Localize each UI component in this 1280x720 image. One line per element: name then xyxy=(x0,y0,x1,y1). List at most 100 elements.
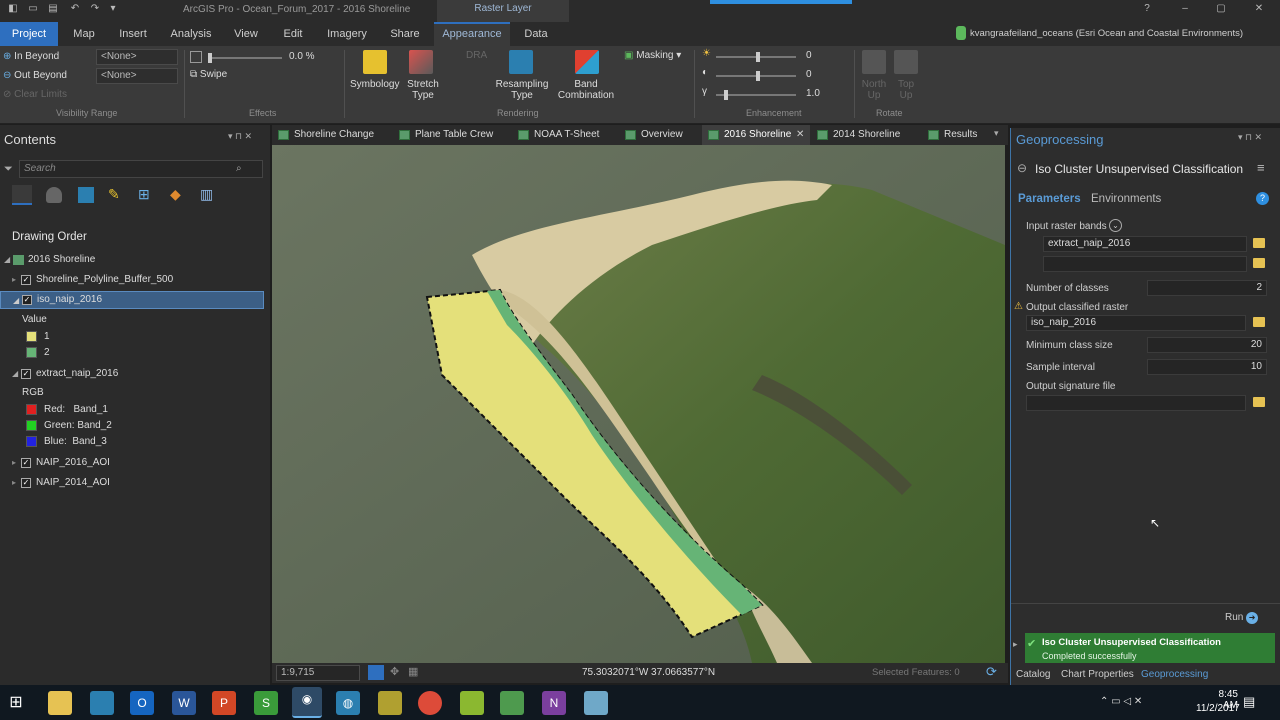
stretch-type-button[interactable]: Stretch Type xyxy=(406,79,440,101)
resampling-type-button[interactable]: Resampling Type xyxy=(494,79,550,101)
layer-row[interactable]: ▸ ✓ NAIP_2016_AOI xyxy=(0,454,268,472)
contrast-slider[interactable] xyxy=(716,71,796,81)
collapse-icon[interactable]: ◢ xyxy=(13,292,19,310)
app-icon[interactable] xyxy=(584,691,608,715)
tab-chart-properties[interactable]: Chart Properties xyxy=(1061,669,1134,680)
tab-edit[interactable]: Edit xyxy=(276,22,310,46)
close-tab-icon[interactable]: ✕ xyxy=(796,125,804,145)
minimum-class-size-input[interactable]: 20 xyxy=(1147,337,1267,353)
layer-visibility-checkbox[interactable]: ✓ xyxy=(22,295,32,305)
contents-options-icon[interactable]: ▾ ⊓ ✕ xyxy=(228,131,252,142)
gamma-slider[interactable] xyxy=(716,90,796,100)
masking-button[interactable]: ▣ Masking ▾ xyxy=(624,50,681,61)
layer-row-selected[interactable]: ◢ ✓ iso_naip_2016 xyxy=(0,291,264,309)
browse-folder-icon[interactable] xyxy=(1253,258,1265,268)
out-beyond-dropdown[interactable]: <None> xyxy=(96,68,178,84)
output-raster-input[interactable]: iso_naip_2016 xyxy=(1026,315,1246,331)
user-account[interactable]: kvangraafeiland_oceans (Esri Ocean and C… xyxy=(970,28,1243,39)
tab-environments[interactable]: Environments xyxy=(1091,193,1161,205)
layer-visibility-checkbox[interactable]: ✓ xyxy=(21,275,31,285)
expand-icon[interactable]: ▸ xyxy=(12,474,16,492)
customize-qat-icon[interactable]: ▾ xyxy=(106,3,120,17)
top-up-button[interactable]: Top Up xyxy=(893,79,919,101)
layer-row[interactable]: ◢ ✓ extract_naip_2016 xyxy=(0,365,268,383)
expand-icon[interactable]: ▸ xyxy=(12,454,16,472)
resampling-icon[interactable] xyxy=(509,50,533,74)
class-2-swatch[interactable] xyxy=(26,347,37,358)
list-by-source-icon[interactable] xyxy=(46,187,62,203)
tab-project[interactable]: Project xyxy=(0,22,58,46)
symbology-icon[interactable] xyxy=(363,50,387,74)
tab-analysis[interactable]: Analysis xyxy=(166,22,216,46)
out-beyond-label[interactable]: ⊖ Out Beyond xyxy=(3,70,67,81)
input-raster-field-empty[interactable] xyxy=(1043,256,1247,272)
system-tray-icons[interactable]: ⌃ ▭ ◁ ✕ xyxy=(1100,696,1142,707)
list-by-snapping-icon[interactable]: ⊞ xyxy=(138,186,150,203)
collapse-icon[interactable]: ◢ xyxy=(4,251,10,269)
snagit-icon[interactable]: S xyxy=(254,691,278,715)
filter-icon[interactable]: ⏷ xyxy=(4,163,13,176)
expand-icon[interactable]: ⌄ xyxy=(1109,219,1122,232)
gamma-input[interactable]: 1.0 xyxy=(806,88,842,102)
clear-limits-button[interactable]: ⊘ Clear Limits xyxy=(3,89,67,100)
tab-view[interactable]: View xyxy=(228,22,264,46)
maximize-icon[interactable]: ▢ xyxy=(1214,3,1228,17)
transparency-input[interactable]: 0.0 % xyxy=(289,51,339,65)
list-by-editing-icon[interactable]: ✎ xyxy=(108,186,120,203)
notepad-icon[interactable] xyxy=(500,691,524,715)
browse-folder-icon[interactable] xyxy=(1253,317,1265,327)
result-message[interactable]: ▸ ✔ Iso Cluster Unsupervised Classificat… xyxy=(1013,633,1275,663)
refresh-icon[interactable]: ⟳ xyxy=(986,664,997,680)
clock-date[interactable]: 11/2/2017 xyxy=(1196,703,1240,714)
tab-noaa-t-sheet[interactable]: NOAA T-Sheet xyxy=(512,125,618,145)
contrast-input[interactable]: 0 xyxy=(806,69,842,83)
menu-icon[interactable]: ≡ xyxy=(1257,160,1265,175)
arcgis-earth-icon[interactable]: ◍ xyxy=(336,691,360,715)
brightness-slider[interactable] xyxy=(716,52,796,62)
tab-shoreline-change[interactable]: Shoreline Change xyxy=(272,125,392,145)
tab-insert[interactable]: Insert xyxy=(112,22,154,46)
red-band-swatch[interactable] xyxy=(26,404,37,415)
pane-options-icon[interactable]: ▾ ⊓ ✕ xyxy=(1238,132,1262,143)
stretch-type-icon[interactable] xyxy=(409,50,433,74)
catalog-icon[interactable] xyxy=(460,691,484,715)
contents-search-input[interactable]: Search xyxy=(24,163,56,174)
in-beyond-label[interactable]: ⊕ In Beyond xyxy=(3,51,59,62)
tab-share[interactable]: Share xyxy=(384,22,426,46)
expand-icon[interactable]: ▸ xyxy=(12,271,16,289)
layer-row[interactable]: ▸ ✓ NAIP_2014_AOI xyxy=(0,474,268,492)
arcgis-pro-icon[interactable]: ◉ xyxy=(292,687,322,718)
blue-band-swatch[interactable] xyxy=(26,436,37,447)
run-button[interactable]: Run ➜ xyxy=(1225,612,1259,624)
minimize-icon[interactable]: – xyxy=(1178,3,1192,17)
undo-icon[interactable]: ↶ xyxy=(68,3,82,17)
band-combination-button[interactable]: Band Combination xyxy=(553,79,619,101)
tab-imagery[interactable]: Imagery xyxy=(322,22,372,46)
sample-interval-input[interactable]: 10 xyxy=(1147,359,1267,375)
scale-dropdown[interactable]: 1:9,715 xyxy=(276,665,360,681)
tabs-overflow-icon[interactable]: ▾ xyxy=(994,128,999,139)
output-signature-input[interactable] xyxy=(1026,395,1246,411)
app-icon[interactable]: ◧ xyxy=(6,3,20,17)
tab-map[interactable]: Map xyxy=(66,22,102,46)
expand-icon[interactable]: ▸ xyxy=(1013,639,1018,650)
tab-2014-shoreline[interactable]: 2014 Shoreline xyxy=(811,125,921,145)
browse-folder-icon[interactable] xyxy=(1253,238,1265,248)
notifications-icon[interactable]: ▤ xyxy=(1243,694,1255,710)
word-icon[interactable]: W xyxy=(172,691,196,715)
grid-tool-icon[interactable] xyxy=(368,665,384,680)
layer-visibility-checkbox[interactable]: ✓ xyxy=(21,458,31,468)
tab-geoprocessing[interactable]: Geoprocessing xyxy=(1141,669,1208,680)
symbology-button[interactable]: Symbology xyxy=(350,79,399,90)
help-icon[interactable]: ? xyxy=(1256,192,1269,205)
back-icon[interactable]: ⊖ xyxy=(1017,161,1027,175)
powerpoint-icon[interactable]: P xyxy=(212,691,236,715)
swipe-button[interactable]: ⧉ Swipe xyxy=(190,69,227,80)
open-folder-icon[interactable]: ▤ xyxy=(46,3,60,17)
layer-row[interactable]: ▸ ✓ Shoreline_Polyline_Buffer_500 xyxy=(0,271,268,289)
search-icon[interactable]: ⌕ xyxy=(236,163,242,174)
tab-2016-shoreline[interactable]: 2016 Shoreline ✕ xyxy=(702,125,810,145)
contents-search[interactable]: Search ⌕ xyxy=(19,160,263,178)
store-icon[interactable] xyxy=(90,691,114,715)
layer-visibility-checkbox[interactable]: ✓ xyxy=(21,369,31,379)
